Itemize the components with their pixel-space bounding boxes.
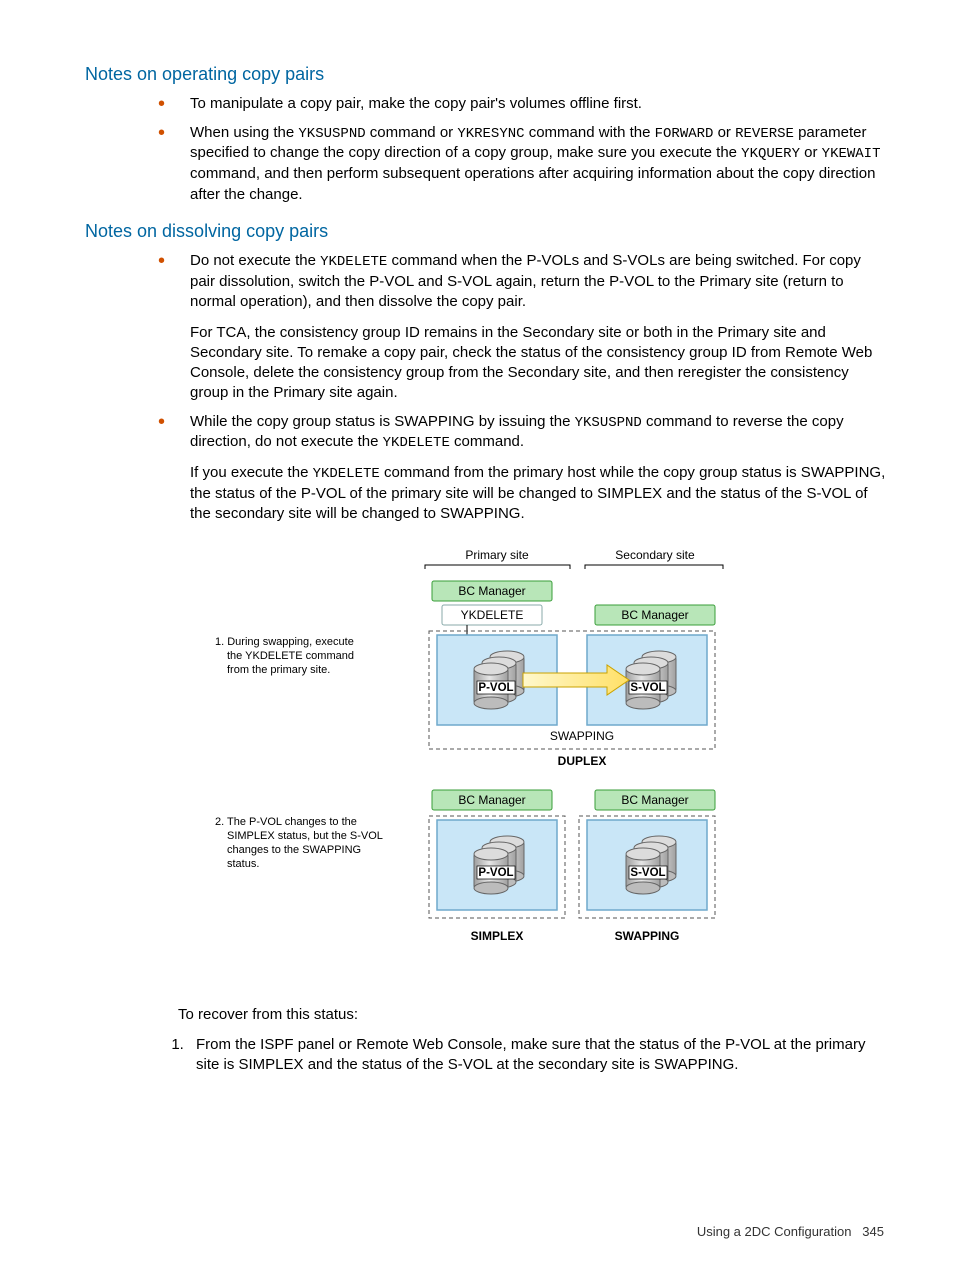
note2-line4: status. [227,858,259,870]
label-pvol: P-VOL [478,867,513,879]
list-item: While the copy group status is SWAPPING … [170,412,889,525]
step-text: From the ISPF panel or Remote Web Consol… [196,1036,865,1073]
note1-line3: from the primary site. [227,664,330,676]
code-reverse: REVERSE [735,126,794,142]
code-ykewait: YKEWAIT [822,146,881,162]
text: or [800,144,822,161]
page-footer: Using a 2DC Configuration 345 [697,1223,884,1241]
label-bc-manager: BC Manager [621,793,688,807]
code-ykquery: YKQUERY [741,146,800,162]
text: command. [450,433,524,450]
note2-line2: SIMPLEX status, but the S-VOL [227,830,383,842]
label-swapping: SWAPPING [615,929,680,943]
list-dissolving: Do not execute the YKDELETE command when… [85,251,889,525]
text: command or [366,124,458,141]
text: If you execute the [190,464,313,481]
list-item: Do not execute the YKDELETE command when… [170,251,889,403]
paragraph: For TCA, the consistency group ID remain… [190,323,889,404]
diagram-swapping: Primary site Secondary site 1. During sw… [207,545,767,985]
code-ykresync: YKRESYNC [457,126,524,142]
code-ykdelete: YKDELETE [383,435,450,451]
note2-line1: 2. The P-VOL changes to the [215,816,357,828]
code-yksuspnd: YKSUSPND [298,126,365,142]
step-item: From the ISPF panel or Remote Web Consol… [188,1035,889,1076]
text: Do not execute the [190,252,320,269]
text: command with the [525,124,655,141]
label-bc-manager: BC Manager [458,793,525,807]
code-yksuspnd: YKSUSPND [575,415,642,431]
heading-dissolving-copy-pairs: Notes on dissolving copy pairs [85,219,889,243]
label-swapping: SWAPPING [550,729,614,743]
steps-list: From the ISPF panel or Remote Web Consol… [168,1035,889,1076]
label-secondary-site: Secondary site [615,548,695,562]
code-ykdelete: YKDELETE [320,254,387,270]
footer-text: Using a 2DC Configuration [697,1224,852,1239]
label-simplex: SIMPLEX [471,929,524,943]
note1-line1: 1. During swapping, execute [215,636,354,648]
label-primary-site: Primary site [465,548,529,562]
text: While the copy group status is SWAPPING … [190,413,575,430]
text: When using the [190,124,298,141]
code-forward: FORWARD [655,126,714,142]
label-ykdelete: YKDELETE [461,608,524,622]
paragraph-recover: To recover from this status: [178,1005,889,1025]
page-number: 345 [862,1224,884,1239]
label-duplex: DUPLEX [558,754,607,768]
label-svol: S-VOL [630,867,665,879]
label-svol: S-VOL [630,682,665,694]
heading-operating-copy-pairs: Notes on operating copy pairs [85,62,889,86]
label-bc-manager: BC Manager [458,584,525,598]
list-item: When using the YKSUSPND command or YKRES… [170,123,889,205]
text: command, and then perform subsequent ope… [190,165,875,202]
note2-line3: changes to the SWAPPING [227,844,361,856]
bullet-text: To manipulate a copy pair, make the copy… [190,95,642,112]
code-ykdelete: YKDELETE [313,466,380,482]
note1-line2: the YKDELETE command [227,650,354,662]
text: or [713,124,735,141]
label-pvol: P-VOL [478,682,513,694]
list-item: To manipulate a copy pair, make the copy… [170,94,889,114]
label-bc-manager: BC Manager [621,608,688,622]
list-operating: To manipulate a copy pair, make the copy… [85,94,889,205]
paragraph: If you execute the YKDELETE command from… [190,463,889,524]
